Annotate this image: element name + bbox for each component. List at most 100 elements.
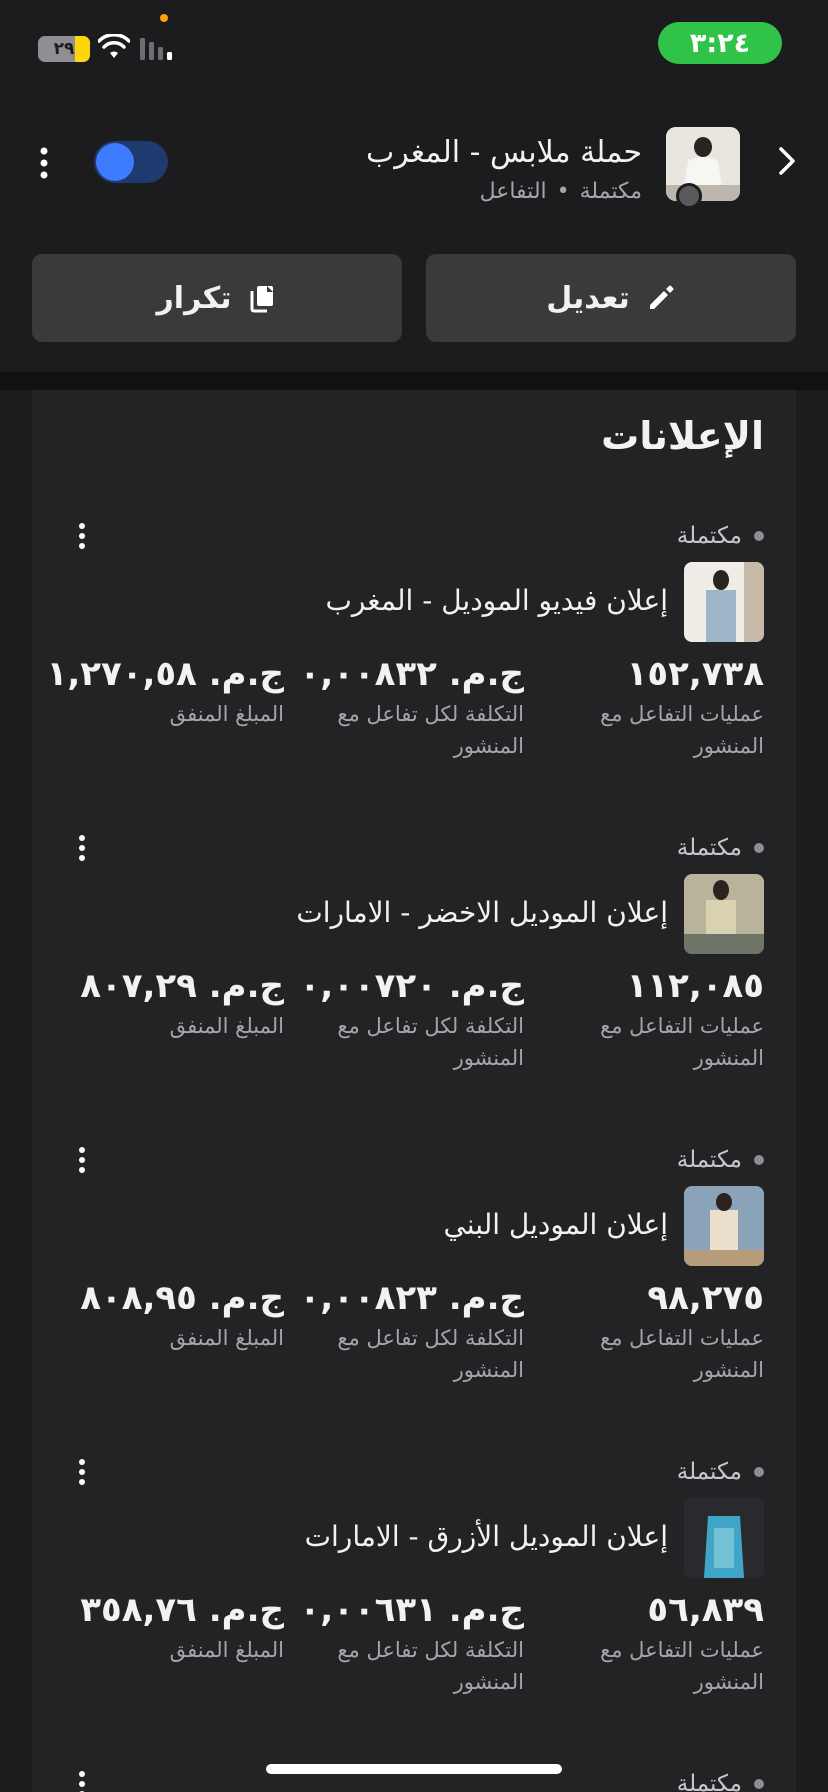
ad-status-text: مكتملة [676, 1147, 742, 1173]
ad-name: إعلان فيديو الموديل - المغرب [325, 584, 669, 617]
subtitle-separator: • [556, 179, 570, 204]
ad-card[interactable]: مكتملة إعلان الموديل البني ٩٨,٢٧٥ عمليات… [32, 1142, 796, 1442]
action-buttons: تعديل تكرار [32, 254, 796, 342]
copy-icon [250, 286, 274, 313]
status-dot [754, 1467, 764, 1477]
section-divider [0, 372, 828, 390]
ad-more-icon[interactable] [72, 830, 92, 866]
edit-button-label: تعديل [546, 280, 630, 316]
engagements-label: عمليات التفاعل مع المنشور [600, 1638, 764, 1694]
spent-label: المبلغ المنفق [169, 702, 284, 726]
metric-cost-per-engagement: ج.م. ٠,٠٠٧٢٠ التكلفة لكل تفاعل مع المنشو… [299, 966, 524, 1074]
screen: ٣:٢٤ ٢٩ حملة ملابس - المغرب مكتملة • الت… [0, 0, 828, 1792]
metric-engagements: ٩٨,٢٧٥ عمليات التفاعل مع المنشور [574, 1278, 764, 1386]
ad-status: مكتملة [677, 1454, 764, 1490]
campaign-subtitle: مكتملة • التفاعل [480, 179, 642, 204]
metric-amount-spent: ج.م. ٨٠٨,٩٥ المبلغ المنفق [64, 1278, 284, 1354]
spent-value: ج.م. ٨٠٧,٢٩ [80, 966, 284, 1006]
cellular-signal-icon [140, 38, 172, 60]
cost-per-label: التكلفة لكل تفاعل مع المنشور [337, 1326, 524, 1382]
metric-cost-per-engagement: ج.م. ٠,٠٠٦٣١ التكلفة لكل تفاعل مع المنشو… [299, 1590, 524, 1698]
spent-label: المبلغ المنفق [169, 1638, 284, 1662]
ad-status-text: مكتملة [676, 1459, 742, 1485]
ad-status-text: مكتملة [676, 523, 742, 549]
metric-engagements: ٥٦,٨٣٩ عمليات التفاعل مع المنشور [574, 1590, 764, 1698]
campaign-header: حملة ملابس - المغرب مكتملة • التفاعل [0, 105, 828, 225]
ad-status: مكتملة [677, 1766, 764, 1792]
cost-per-label: التكلفة لكل تفاعل مع المنشور [337, 702, 524, 758]
ad-name: إعلان الموديل الاخضر - الامارات [296, 896, 668, 929]
engagements-label: عمليات التفاعل مع المنشور [600, 1014, 764, 1070]
ad-name: إعلان الموديل الأزرق - الامارات [304, 1520, 668, 1553]
campaign-thumbnail-badge [676, 183, 702, 209]
more-vertical-icon[interactable] [30, 143, 58, 183]
status-dot [754, 1155, 764, 1165]
edit-button[interactable]: تعديل [426, 254, 796, 342]
toggle-knob [96, 143, 134, 181]
ad-thumbnail [684, 874, 764, 954]
metric-engagements: ١١٢,٠٨٥ عمليات التفاعل مع المنشور [574, 966, 764, 1074]
cost-per-value: ج.م. ٠,٠٠٨٣٢ [299, 654, 524, 694]
ad-status: مكتملة [677, 830, 764, 866]
cost-per-label: التكلفة لكل تفاعل مع المنشور [337, 1638, 524, 1694]
engagements-value: ١٥٢,٧٣٨ [626, 654, 764, 694]
cost-per-value: ج.م. ٠,٠٠٨٢٣ [299, 1278, 524, 1318]
ad-more-icon[interactable] [72, 518, 92, 554]
engagements-value: ٥٦,٨٣٩ [647, 1590, 764, 1630]
ad-card[interactable]: مكتملة إعلان فيديو الموديل - المغرب ١٥٢,… [32, 518, 796, 818]
spent-value: ج.م. ٨٠٨,٩٥ [80, 1278, 284, 1318]
metric-amount-spent: ج.م. ١,٢٧٠,٥٨ المبلغ المنفق [46, 654, 284, 730]
status-dot [754, 531, 764, 541]
ad-name: إعلان الموديل البني [443, 1208, 668, 1241]
metric-cost-per-engagement: ج.م. ٠,٠٠٨٣٢ التكلفة لكل تفاعل مع المنشو… [299, 654, 524, 762]
duplicate-button-label: تكرار [156, 280, 232, 316]
wifi-icon [98, 34, 130, 58]
ad-thumbnail [684, 1186, 764, 1266]
engagements-label: عمليات التفاعل مع المنشور [600, 1326, 764, 1382]
ad-status-text: مكتملة [676, 1771, 742, 1792]
status-time-text: ٣:٢٤ [689, 27, 751, 59]
campaign-title: حملة ملابس - المغرب [366, 135, 642, 170]
campaign-toggle[interactable] [94, 141, 168, 183]
engagements-value: ٩٨,٢٧٥ [647, 1278, 764, 1318]
ad-more-icon[interactable] [72, 1142, 92, 1178]
ads-section: الإعلانات مكتملة إعلان فيديو الموديل - ا… [32, 390, 796, 1792]
pencil-icon [649, 285, 674, 309]
spent-value: ج.م. ٣٥٨,٧٦ [80, 1590, 284, 1630]
engagements-value: ١١٢,٠٨٥ [626, 966, 764, 1006]
battery-icon: ٢٩ [38, 36, 90, 62]
spent-value: ج.م. ١,٢٧٠,٥٨ [46, 654, 284, 694]
duplicate-button[interactable]: تكرار [32, 254, 402, 342]
ad-status-text: مكتملة [676, 835, 742, 861]
cost-per-value: ج.م. ٠,٠٠٦٣١ [299, 1590, 524, 1630]
status-dot [754, 843, 764, 853]
status-bar: ٣:٢٤ ٢٩ [0, 0, 828, 90]
cost-per-label: التكلفة لكل تفاعل مع المنشور [337, 1014, 524, 1070]
campaign-objective: التفاعل [479, 179, 547, 204]
campaign-status: مكتملة [579, 179, 642, 204]
ad-status: مكتملة [677, 1142, 764, 1178]
metric-amount-spent: ج.م. ٨٠٧,٢٩ المبلغ المنفق [64, 966, 284, 1042]
ad-status: مكتملة [677, 518, 764, 554]
chevron-right-icon[interactable] [774, 143, 800, 179]
ad-more-icon[interactable] [72, 1454, 92, 1490]
ads-section-title: الإعلانات [601, 414, 764, 458]
metric-amount-spent: ج.م. ٣٥٨,٧٦ المبلغ المنفق [64, 1590, 284, 1666]
ad-more-icon[interactable] [72, 1766, 92, 1792]
privacy-indicator-dot [160, 14, 168, 22]
spent-label: المبلغ المنفق [169, 1326, 284, 1350]
status-time: ٣:٢٤ [658, 22, 782, 64]
ad-thumbnail [684, 1498, 764, 1578]
ad-card[interactable]: مكتملة إعلان الموديل الأزرق - الامارات ٥… [32, 1454, 796, 1754]
battery-level-text: ٢٩ [53, 39, 75, 59]
engagements-label: عمليات التفاعل مع المنشور [600, 702, 764, 758]
cost-per-value: ج.م. ٠,٠٠٧٢٠ [299, 966, 524, 1006]
metric-cost-per-engagement: ج.م. ٠,٠٠٨٢٣ التكلفة لكل تفاعل مع المنشو… [299, 1278, 524, 1386]
status-dot [754, 1779, 764, 1789]
ad-thumbnail [684, 562, 764, 642]
spent-label: المبلغ المنفق [169, 1014, 284, 1038]
ad-card[interactable]: مكتملة إعلان الموديل الاخضر - الامارات ١… [32, 830, 796, 1130]
metric-engagements: ١٥٢,٧٣٨ عمليات التفاعل مع المنشور [574, 654, 764, 762]
home-indicator[interactable] [266, 1764, 562, 1774]
battery-fill [74, 36, 90, 62]
